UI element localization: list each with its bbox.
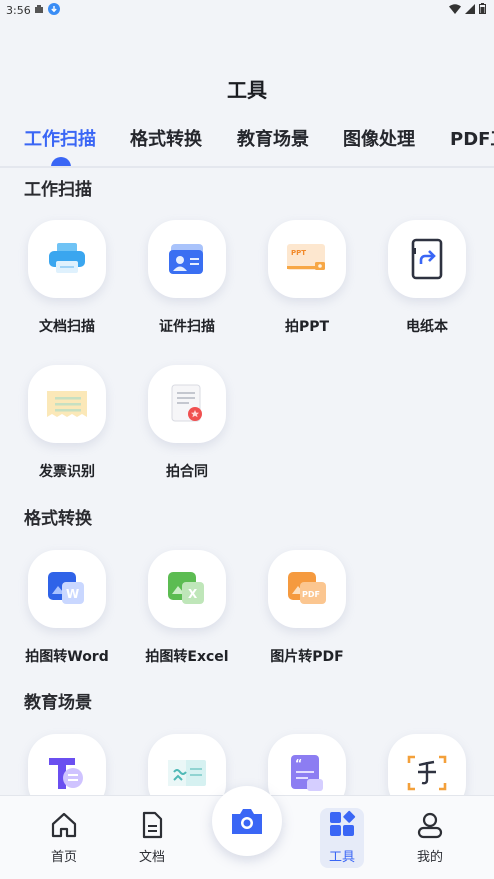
printer-icon — [49, 243, 85, 273]
tool-label: 电纸本 — [406, 319, 448, 335]
nav-label: 工具 — [328, 850, 355, 865]
tool-image-to-word[interactable]: W 拍图转Word — [8, 550, 126, 666]
text-recognition-icon — [49, 758, 83, 789]
nav-label: 文档 — [138, 850, 165, 865]
download-status-icon — [48, 3, 60, 15]
tabs-divider — [0, 166, 494, 168]
camera-button[interactable] — [212, 786, 282, 856]
tab-image-processing[interactable]: 图像处理 — [343, 125, 415, 151]
handwriting-icon — [407, 755, 447, 791]
svg-text:W: W — [66, 587, 79, 601]
wifi-icon — [449, 3, 461, 14]
signal-icon — [465, 3, 475, 14]
battery-icon — [479, 3, 486, 14]
tool-invoice-recognition[interactable]: 发票识别 — [8, 365, 126, 481]
tool-label: 拍合同 — [166, 464, 208, 480]
category-tabs: 工作扫描 格式转换 教育场景 图像处理 PDF工具 — [0, 125, 494, 167]
camera-icon — [232, 809, 262, 834]
nav-profile[interactable]: 我的 — [400, 810, 460, 865]
profile-icon — [417, 812, 443, 839]
tool-label: 图片转PDF — [270, 649, 344, 665]
word-icon: W — [48, 572, 84, 604]
tool-label: 文档扫描 — [39, 319, 95, 335]
notification-icon — [35, 5, 43, 13]
tab-education[interactable]: 教育场景 — [237, 125, 309, 151]
tab-work-scan[interactable]: 工作扫描 — [24, 125, 96, 151]
tool-capture-contract[interactable]: 拍合同 — [128, 365, 246, 481]
id-card-icon — [169, 244, 203, 274]
svg-text:“: “ — [295, 757, 302, 770]
status-bar: 3:56 — [0, 0, 494, 22]
wrong-question-icon — [168, 760, 206, 786]
excel-icon: X — [168, 572, 204, 604]
svg-text:PDF: PDF — [302, 590, 320, 599]
invoice-icon — [47, 391, 87, 417]
svg-text:PPT: PPT — [291, 249, 306, 257]
tools-icon — [330, 810, 356, 836]
home-icon — [51, 812, 77, 838]
nav-home[interactable]: 首页 — [34, 810, 94, 865]
section-title-work-scan: 工作扫描 — [24, 180, 92, 200]
nav-documents[interactable]: 文档 — [122, 810, 182, 865]
nav-label: 首页 — [50, 850, 77, 865]
tool-label: 发票识别 — [39, 464, 95, 480]
tab-pdf-tools[interactable]: PDF工具 — [450, 125, 494, 151]
document-icon — [142, 811, 163, 839]
document-quote-icon: “ — [291, 755, 323, 791]
pdf-icon: PDF — [288, 572, 326, 604]
status-time: 3:56 — [6, 4, 31, 17]
tool-label: 拍图转Word — [25, 649, 109, 665]
nav-label: 我的 — [416, 850, 443, 865]
tool-image-to-excel[interactable]: X 拍图转Excel — [128, 550, 246, 666]
section-title-format-convert: 格式转换 — [24, 509, 92, 529]
tool-label: 拍图转Excel — [145, 649, 229, 665]
tool-document-scan[interactable]: 文档扫描 — [8, 220, 126, 336]
contract-icon — [171, 384, 202, 422]
tool-label: 拍PPT — [284, 319, 330, 335]
nav-tools[interactable]: 工具 — [312, 810, 372, 865]
svg-text:X: X — [188, 587, 198, 601]
tool-label: 证件扫描 — [159, 319, 215, 335]
page-title: 工具 — [227, 78, 267, 102]
tool-image-to-pdf[interactable]: PDF 图片转PDF — [248, 550, 366, 666]
tab-format-convert[interactable]: 格式转换 — [130, 125, 202, 151]
tool-capture-ppt[interactable]: PPT 拍PPT — [248, 220, 366, 336]
ppt-icon: PPT — [287, 244, 325, 270]
e-paper-icon — [411, 238, 443, 280]
tool-id-card-scan[interactable]: 证件扫描 — [128, 220, 246, 336]
tool-e-paper[interactable]: 电纸本 — [368, 220, 486, 336]
section-title-education: 教育场景 — [24, 693, 92, 713]
